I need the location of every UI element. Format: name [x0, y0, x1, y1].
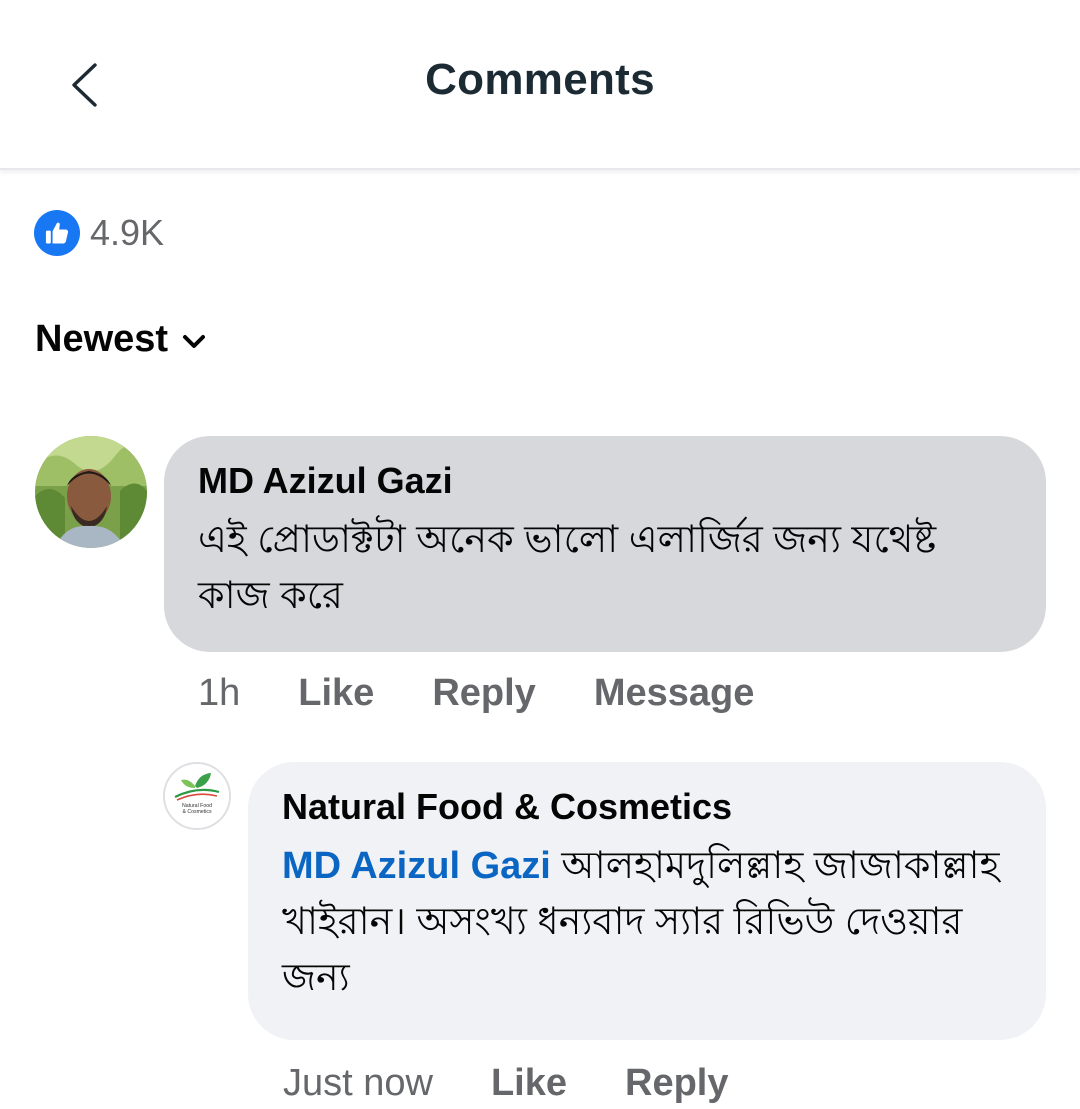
sort-dropdown[interactable]: Newest [35, 318, 206, 361]
comment-text: এই প্রোডাক্টটা অনেক ভালো এলার্জির জন্য য… [198, 519, 937, 617]
header-bar: Comments [0, 0, 1080, 170]
sort-label: Newest [35, 318, 169, 360]
comment-bubble[interactable]: MD Azizul Gazi এই প্রোডাক্টটা অনেক ভালো … [164, 436, 1046, 652]
page-title: Comments [425, 55, 655, 104]
reply-actions: Just now Like Reply [283, 1062, 729, 1105]
like-icon [34, 210, 80, 256]
reply-text: MD Azizul Gazi আলহামদুলিল্লাহ জাজাকাল্লা… [282, 838, 1012, 1006]
reply-timestamp[interactable]: Just now [283, 1062, 433, 1105]
like-button[interactable]: Like [298, 672, 374, 715]
reply-like-button[interactable]: Like [491, 1062, 567, 1105]
reply-button[interactable]: Reply [432, 672, 535, 715]
reply-reply-button[interactable]: Reply [625, 1062, 728, 1105]
reply-bubble[interactable]: Natural Food & Cosmetics MD Azizul Gazi … [248, 762, 1046, 1040]
svg-text:& Cosmetics: & Cosmetics [182, 809, 212, 815]
mention-link[interactable]: MD Azizul Gazi [282, 845, 551, 887]
avatar[interactable] [35, 436, 147, 548]
reply-author[interactable]: Natural Food & Cosmetics [282, 784, 1012, 830]
reaction-count: 4.9K [90, 212, 165, 253]
comment-actions: 1h Like Reply Message [198, 672, 754, 715]
page-avatar[interactable]: Natural Food & Cosmetics [163, 762, 231, 830]
comment-timestamp[interactable]: 1h [198, 672, 240, 715]
chevron-down-icon [183, 334, 206, 348]
reaction-summary[interactable]: 4.9K [34, 210, 164, 256]
message-button[interactable]: Message [594, 672, 755, 715]
comment-author[interactable]: MD Azizul Gazi [198, 458, 1012, 504]
